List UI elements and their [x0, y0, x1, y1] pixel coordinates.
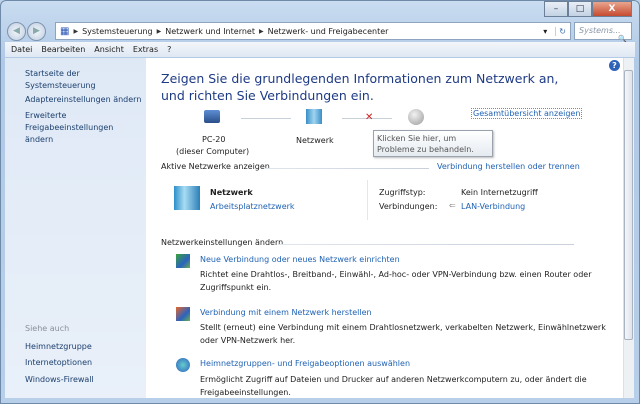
task-homegroup-link[interactable]: Heimnetzgruppen- und Freigabeoptionen au… [200, 359, 410, 368]
menu-extras[interactable]: Extras [133, 45, 158, 54]
computer-icon [204, 110, 220, 123]
connect-disconnect-link[interactable]: Verbindung herstellen oder trennen [437, 162, 580, 171]
breadcrumb-freigabecenter[interactable]: Netzwerk- und Freigabecenter [268, 27, 389, 36]
search-placeholder: Systems... [579, 26, 621, 35]
troubleshoot-tooltip: Klicken Sie hier, um Probleme zu behande… [373, 130, 493, 157]
settings-heading: Netzwerkeinstellungen ändern [161, 238, 284, 247]
address-bar[interactable]: ▦ ▶ Systemsteuerung ▶ Netzwerk und Inter… [55, 22, 571, 40]
network-type-link[interactable]: Arbeitsplatznetzwerk [210, 202, 295, 211]
task-connect-network-link[interactable]: Verbindung mit einem Netzwerk herstellen [200, 308, 372, 317]
sidebar-home-link[interactable]: Startseite der Systemsteuerung [25, 68, 146, 92]
access-type-label: Zugriffstyp: [379, 188, 426, 197]
network-label: Netzwerk [296, 136, 334, 145]
internet-globe-icon [408, 109, 424, 125]
sidebar-sharing-settings[interactable]: Erweiterte Freigabeeinstellungen ändern [25, 110, 140, 146]
breadcrumb-separator: ▶ [73, 27, 79, 35]
window-controls: – □ X [544, 1, 632, 17]
lan-connection-link[interactable]: LAN-Verbindung [461, 202, 525, 211]
divider [264, 168, 429, 169]
menu-bar: Datei Bearbeiten Ansicht Extras ? [5, 42, 635, 57]
page-title: Zeigen Sie die grundlegenden Information… [161, 71, 559, 103]
scrollbar-thumb[interactable] [624, 70, 633, 340]
address-dropdown-icon[interactable]: ▾ [543, 27, 551, 36]
refresh-icon[interactable]: ↻ [555, 26, 570, 36]
see-also-internet-options[interactable]: Internetoptionen [25, 357, 92, 369]
active-networks-heading: Aktive Netzwerke anzeigen [161, 162, 270, 171]
back-button[interactable]: ◀ [7, 22, 26, 41]
maximize-button[interactable]: □ [568, 1, 592, 17]
homegroup-icon [176, 358, 190, 372]
close-button[interactable]: X [592, 1, 632, 17]
task-description: Ermöglicht Zugriff auf Dateien und Druck… [200, 375, 587, 397]
breadcrumb-separator: ▶ [258, 27, 264, 35]
help-icon[interactable]: ? [609, 60, 620, 71]
control-panel-icon: ▦ [60, 25, 70, 37]
pc-name: PC-20 [202, 135, 226, 144]
see-also-firewall[interactable]: Windows-Firewall [25, 374, 94, 386]
connections-label: Verbindungen: [379, 202, 438, 211]
lan-icon: ⇐ [449, 201, 456, 210]
full-map-link[interactable]: Gesamtübersicht anzeigen [471, 108, 583, 119]
task-description: Stellt (erneut) eine Verbindung mit eine… [200, 323, 606, 345]
menu-ansicht[interactable]: Ansicht [94, 45, 124, 54]
network-icon [306, 109, 322, 124]
search-input[interactable]: Systems... 🔍 [574, 22, 632, 43]
forward-button[interactable]: ▶ [27, 22, 46, 41]
minimize-button[interactable]: – [544, 1, 568, 17]
sidebar-adapter-settings[interactable]: Adaptereinstellungen ändern [25, 94, 141, 106]
menu-bearbeiten[interactable]: Bearbeiten [41, 45, 85, 54]
new-connection-icon [176, 254, 190, 268]
menu-help[interactable]: ? [167, 45, 171, 54]
connect-network-icon [176, 307, 190, 321]
pc-subtitle: (dieser Computer) [176, 147, 250, 156]
sidebar: Startseite der Systemsteuerung Adapterei… [5, 58, 146, 398]
task-description: Richtet eine Drahtlos-, Breitband-, Einw… [200, 270, 592, 292]
main-content: ? Zeigen Sie die grundlegenden Informati… [146, 58, 623, 398]
network-name: Netzwerk [210, 188, 253, 197]
see-also-homegroup[interactable]: Heimnetzgruppe [25, 341, 92, 353]
access-type-value: Kein Internetzugriff [461, 188, 538, 197]
error-x-icon[interactable]: ✕ [365, 112, 373, 123]
breadcrumb-separator: ▶ [156, 27, 162, 35]
breadcrumb-systemsteuerung[interactable]: Systemsteuerung [82, 27, 153, 36]
see-also-heading: Siehe auch [25, 324, 70, 333]
divider [279, 244, 574, 245]
divider [367, 180, 368, 220]
network-large-icon [174, 186, 200, 210]
breadcrumb-netzwerk-internet[interactable]: Netzwerk und Internet [165, 27, 255, 36]
task-new-connection-link[interactable]: Neue Verbindung oder neues Netzwerk einr… [200, 255, 400, 264]
menu-datei[interactable]: Datei [11, 45, 32, 54]
map-line [241, 118, 291, 119]
